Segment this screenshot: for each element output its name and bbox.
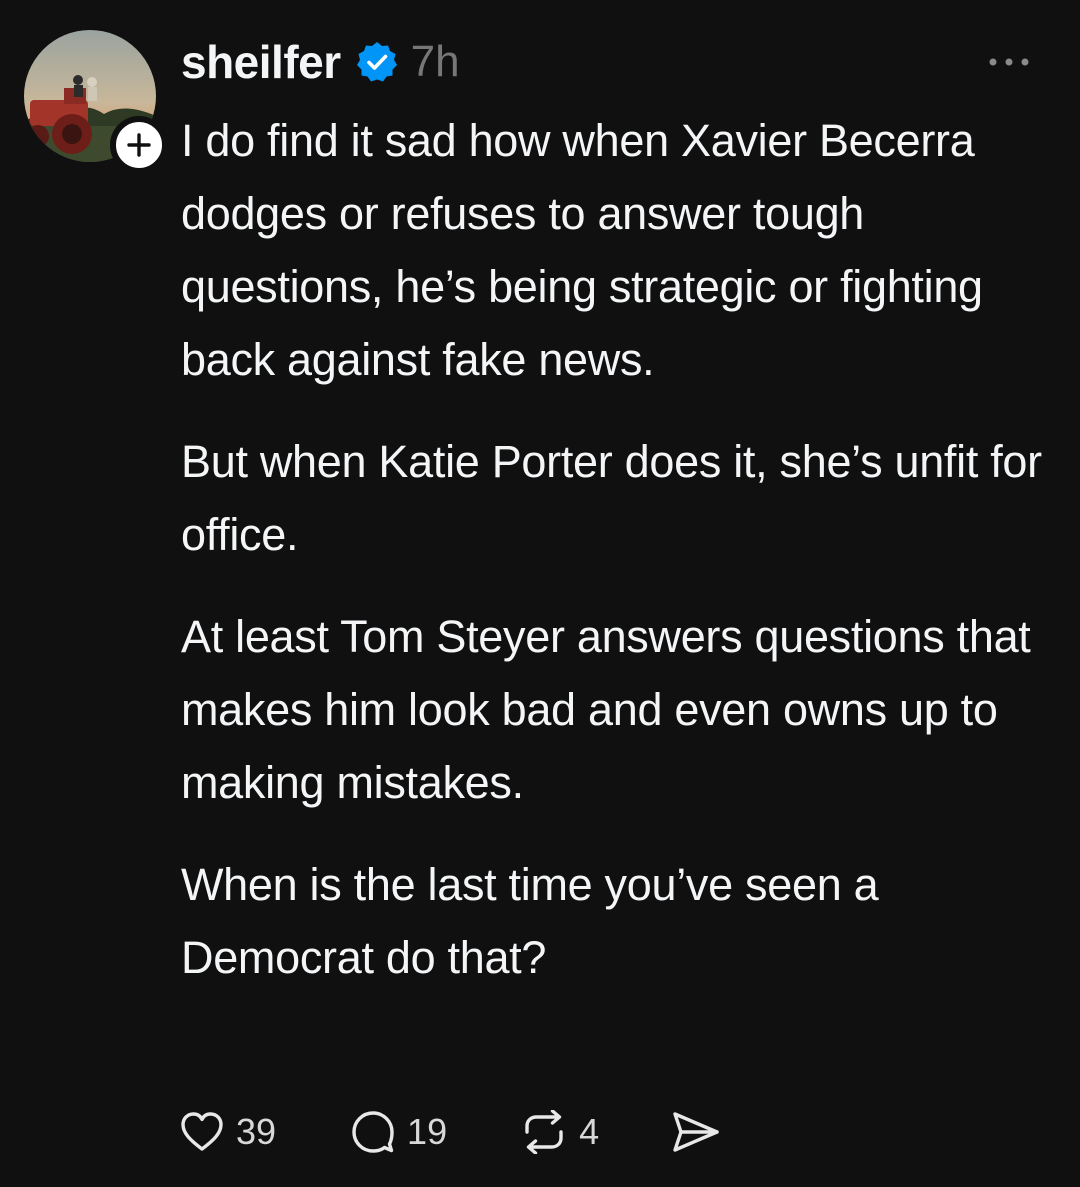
avatar-container xyxy=(24,30,168,174)
heart-icon xyxy=(181,1112,223,1151)
username[interactable]: sheilfer xyxy=(181,35,341,89)
post-paragraph: At least Tom Steyer answers questions th… xyxy=(181,611,1031,808)
more-options-icon[interactable] xyxy=(985,52,1033,72)
post-header: sheilfer 7h xyxy=(181,34,460,90)
post-body: I do find it sad how when Xavier Becerra… xyxy=(181,104,1051,1023)
post-actions: 39 19 4 xyxy=(180,1104,721,1160)
post-paragraph: I do find it sad how when Xavier Becerra… xyxy=(181,115,983,385)
send-icon xyxy=(673,1112,719,1152)
plus-icon xyxy=(127,133,151,157)
verified-badge-icon xyxy=(356,42,397,82)
repost-icon xyxy=(525,1110,563,1154)
post-paragraph: When is the last time you’ve seen a Demo… xyxy=(181,859,879,983)
follow-button[interactable] xyxy=(110,116,168,174)
reply-button[interactable]: 19 xyxy=(351,1110,447,1154)
post-timestamp: 7h xyxy=(410,37,460,86)
thread-post: sheilfer 7h I do find it sad how when Xa… xyxy=(0,0,1080,1187)
comment-icon xyxy=(352,1111,394,1153)
share-button[interactable] xyxy=(671,1110,721,1154)
reply-count: 19 xyxy=(407,1111,448,1152)
like-count: 39 xyxy=(236,1111,277,1152)
repost-button[interactable]: 4 xyxy=(521,1110,599,1154)
post-paragraph: But when Katie Porter does it, she’s unf… xyxy=(181,436,1042,560)
like-button[interactable]: 39 xyxy=(180,1111,276,1153)
repost-count: 4 xyxy=(579,1111,600,1152)
